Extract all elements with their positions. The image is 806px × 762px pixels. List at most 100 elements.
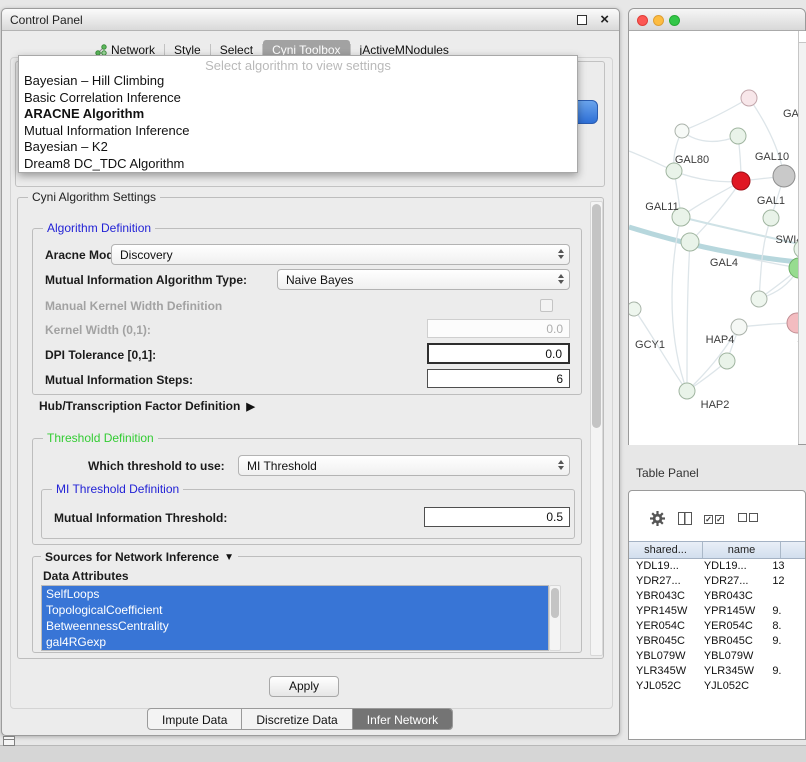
column-selector-button[interactable] bbox=[678, 512, 692, 525]
network-node[interactable] bbox=[629, 302, 641, 316]
combo-value: Discovery bbox=[120, 248, 173, 262]
scrollbar-thumb[interactable] bbox=[592, 204, 601, 428]
data-attributes-list: SelfLoopsTopologicalCoefficientBetweenne… bbox=[41, 585, 549, 651]
algorithm-option[interactable]: Bayesian – Hill Climbing bbox=[19, 73, 577, 90]
network-node[interactable] bbox=[751, 291, 767, 307]
close-traffic-light[interactable] bbox=[637, 15, 648, 26]
network-node[interactable] bbox=[732, 172, 750, 190]
network-node[interactable] bbox=[719, 353, 735, 369]
node-label: HAP4 bbox=[706, 334, 735, 346]
attribute-item[interactable]: gal4RGexp bbox=[42, 634, 548, 650]
network-canvas[interactable]: GALGAL80GAL10GAL11GAL1SWI4GAL4GCY1HAP4HA… bbox=[629, 31, 798, 445]
table-cell: YER054C bbox=[697, 619, 768, 634]
hub-definition-expander[interactable]: Hub/Transcription Factor Definition ▶ bbox=[39, 399, 255, 413]
table-row[interactable]: YLR345WYLR345W9. bbox=[629, 664, 805, 679]
table-row[interactable]: YPR145WYPR145W9. bbox=[629, 604, 805, 619]
deselect-all-button[interactable] bbox=[738, 509, 760, 527]
network-scrollbar[interactable] bbox=[798, 31, 806, 444]
bottom-tab-bar: Impute Data Discretize Data Infer Networ… bbox=[147, 708, 453, 730]
apply-button[interactable]: Apply bbox=[269, 676, 339, 697]
column-header-extra[interactable] bbox=[781, 542, 806, 558]
table-cell: YDL19... bbox=[697, 559, 768, 574]
sources-expander[interactable]: Sources for Network Inference ▼ bbox=[41, 550, 238, 564]
tab-impute-data[interactable]: Impute Data bbox=[148, 709, 241, 729]
table-row[interactable]: YER054CYER054C8. bbox=[629, 619, 805, 634]
tab-discretize-data[interactable]: Discretize Data bbox=[241, 709, 351, 729]
algorithm-option[interactable]: Basic Correlation Inference bbox=[19, 90, 577, 107]
table-row[interactable]: YDR27...YDR27...12 bbox=[629, 574, 805, 589]
table-row[interactable]: YBL079WYBL079W bbox=[629, 649, 805, 664]
network-node[interactable] bbox=[730, 128, 746, 144]
network-edge bbox=[674, 171, 741, 182]
network-edge bbox=[690, 181, 741, 242]
algorithm-option[interactable]: Bayesian – K2 bbox=[19, 139, 577, 156]
combo-value: MI Threshold bbox=[247, 459, 317, 473]
desktop: Control Panel × Network Style Select Cyn… bbox=[0, 0, 806, 762]
zoom-traffic-light[interactable] bbox=[669, 15, 680, 26]
dpi-tolerance-input[interactable] bbox=[427, 343, 570, 364]
minimize-traffic-light[interactable] bbox=[653, 15, 664, 26]
attribute-item[interactable]: TopologicalCoefficient bbox=[42, 602, 548, 618]
table-row[interactable]: YBR045CYBR045C9. bbox=[629, 634, 805, 649]
network-edge bbox=[682, 98, 749, 131]
dpi-tolerance-label: DPI Tolerance [0,1]: bbox=[45, 348, 156, 362]
updown-arrows-icon bbox=[558, 460, 564, 470]
network-window-titlebar[interactable] bbox=[629, 9, 805, 31]
table-settings-button[interactable] bbox=[649, 510, 666, 527]
network-edge bbox=[749, 98, 784, 176]
attribute-item[interactable]: SelfLoops bbox=[42, 586, 548, 602]
algorithm-option[interactable]: Dream8 DC_TDC Algorithm bbox=[19, 156, 577, 173]
close-button[interactable]: × bbox=[600, 11, 609, 28]
chevron-right-icon: ▶ bbox=[246, 400, 254, 413]
settings-scrollbar[interactable] bbox=[590, 201, 603, 656]
group-title: Threshold Definition bbox=[43, 431, 158, 445]
select-all-button[interactable]: ✓✓ bbox=[704, 509, 726, 527]
table-cell: YBR045C bbox=[629, 634, 697, 649]
network-node[interactable] bbox=[681, 233, 699, 251]
kernel-width-label: Kernel Width (0,1): bbox=[45, 323, 151, 337]
dropdown-placeholder: Select algorithm to view settings bbox=[19, 58, 577, 73]
network-node[interactable] bbox=[763, 210, 779, 226]
table-cell: 8. bbox=[768, 619, 805, 634]
table-cell: YDR27... bbox=[697, 574, 768, 589]
table-header: shared... name bbox=[629, 541, 806, 559]
aracne-mode-select[interactable]: Discovery bbox=[111, 244, 570, 265]
network-node[interactable] bbox=[773, 165, 795, 187]
mi-steps-input[interactable] bbox=[427, 369, 570, 388]
updown-arrows-icon bbox=[558, 274, 564, 284]
updown-arrows-icon bbox=[558, 249, 564, 259]
table-panel-title: Table Panel bbox=[636, 466, 699, 480]
cyni-algorithm-settings-group: Cyni Algorithm Settings Algorithm Defini… bbox=[17, 197, 604, 659]
table-panel-window: ✓✓ shared... name YDL19...YDL19...13YDR2… bbox=[628, 490, 806, 740]
algorithm-option[interactable]: Mutual Information Inference bbox=[19, 123, 577, 140]
combo-value: Naive Bayes bbox=[286, 273, 353, 287]
table-row[interactable]: YBR043CYBR043C bbox=[629, 589, 805, 604]
mi-threshold-input[interactable] bbox=[424, 507, 570, 527]
node-label: SWI4 bbox=[776, 234, 798, 246]
control-panel-titlebar[interactable]: Control Panel × bbox=[2, 9, 619, 31]
tab-infer-network[interactable]: Infer Network bbox=[352, 709, 452, 729]
table-cell: YJL052C bbox=[629, 679, 697, 694]
column-header-shared-name[interactable]: shared... bbox=[629, 542, 703, 558]
network-node[interactable] bbox=[675, 124, 689, 138]
attributes-scrollbar[interactable] bbox=[549, 585, 561, 651]
float-window-button[interactable] bbox=[577, 15, 587, 25]
attribute-item[interactable]: BetweennessCentrality bbox=[42, 618, 548, 634]
scrollbar-thumb[interactable] bbox=[551, 588, 559, 618]
table-cell: YER054C bbox=[629, 619, 697, 634]
kernel-width-input bbox=[427, 319, 570, 338]
network-node[interactable] bbox=[787, 313, 798, 333]
network-node[interactable] bbox=[741, 90, 757, 106]
algorithm-options: Bayesian – Hill ClimbingBasic Correlatio… bbox=[19, 73, 577, 172]
mi-algorithm-type-select[interactable]: Naive Bayes bbox=[277, 269, 570, 290]
window-restore-icon[interactable] bbox=[3, 736, 15, 746]
table-row[interactable]: YDL19...YDL19...13 bbox=[629, 559, 805, 574]
network-node[interactable] bbox=[731, 319, 747, 335]
algorithm-option[interactable]: ARACNE Algorithm bbox=[19, 106, 577, 123]
column-header-name[interactable]: name bbox=[703, 542, 781, 558]
table-cell bbox=[768, 649, 805, 664]
table-row[interactable]: YJL052CYJL052C bbox=[629, 679, 805, 694]
which-threshold-select[interactable]: MI Threshold bbox=[238, 455, 570, 476]
table-cell: YBL079W bbox=[697, 649, 768, 664]
network-node[interactable] bbox=[679, 383, 695, 399]
